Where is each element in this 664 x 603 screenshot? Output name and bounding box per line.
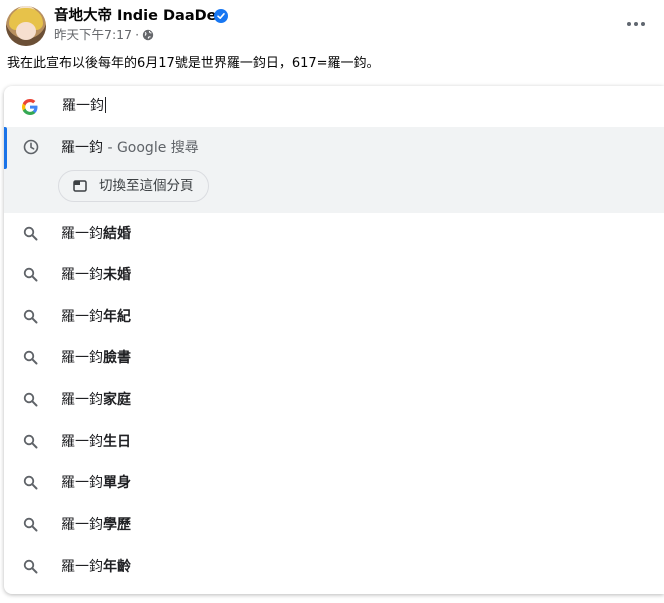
suggestion-item[interactable]: 羅一鈞臉書 bbox=[4, 337, 664, 378]
suggestion-text: 羅一鈞年紀 bbox=[61, 309, 131, 325]
omnibox-input-row[interactable]: 羅一鈞 bbox=[4, 86, 664, 126]
search-icon bbox=[23, 475, 38, 490]
post-author-name[interactable]: 音地大帝 Indie DaaDee bbox=[54, 6, 226, 26]
suggestion-text: 羅一鈞年齡 bbox=[61, 559, 131, 575]
search-icon bbox=[23, 517, 38, 532]
verified-badge-icon bbox=[214, 9, 228, 23]
suggestion-text: 羅一鈞結婚 bbox=[61, 226, 131, 242]
suggestion-item[interactable]: 羅一鈞單身 bbox=[4, 462, 664, 503]
suggestion-item[interactable]: 羅一鈞學歷 bbox=[4, 504, 664, 545]
tab-icon bbox=[73, 180, 87, 192]
google-g-icon bbox=[22, 99, 38, 115]
suggestion-item[interactable]: 羅一鈞未婚 bbox=[4, 254, 664, 295]
avatar[interactable] bbox=[6, 6, 46, 46]
suggestion-item[interactable]: 羅一鈞家庭 bbox=[4, 379, 664, 420]
post-text: 我在此宣布以後每年的6月17號是世界羅一鈞日，617=羅一鈞。 bbox=[7, 56, 380, 71]
switch-to-tab-button[interactable]: 切換至這個分頁 bbox=[58, 170, 209, 202]
suggestion-text: 羅一鈞學歷 bbox=[61, 517, 131, 533]
search-icon bbox=[23, 309, 38, 324]
search-icon bbox=[23, 226, 38, 241]
search-icon bbox=[23, 559, 38, 574]
post-meta: 昨天下午7:17 · bbox=[54, 26, 154, 44]
history-clock-icon bbox=[23, 139, 39, 155]
suggestion-item[interactable]: 羅一鈞年齡 bbox=[4, 546, 664, 587]
selected-suggestion-text[interactable]: 羅一鈞 - Google 搜尋 bbox=[61, 138, 199, 158]
suggestion-item[interactable]: 羅一鈞生日 bbox=[4, 421, 664, 462]
omnibox-input[interactable]: 羅一鈞 bbox=[62, 96, 106, 116]
suggestion-item[interactable]: 羅一鈞年紀 bbox=[4, 296, 664, 337]
suggestion-text: 羅一鈞臉書 bbox=[61, 350, 131, 366]
post-timestamp[interactable]: 昨天下午7:17 bbox=[54, 26, 132, 44]
selected-suggestion[interactable]: 羅一鈞 - Google 搜尋 切換至這個分頁 bbox=[4, 127, 664, 213]
meta-separator: · bbox=[135, 27, 140, 42]
search-icon bbox=[23, 434, 38, 449]
search-icon bbox=[23, 267, 38, 282]
more-options-icon[interactable] bbox=[622, 12, 650, 36]
text-caret bbox=[105, 97, 106, 113]
omnibox-dropdown: 羅一鈞 羅一鈞 - Google 搜尋 切換至這個分頁 羅一鈞結婚 羅一鈞未婚 … bbox=[4, 86, 664, 594]
suggestion-text: 羅一鈞單身 bbox=[61, 475, 131, 491]
search-icon bbox=[23, 350, 38, 365]
suggestion-item[interactable]: 羅一鈞結婚 bbox=[4, 213, 664, 254]
search-icon bbox=[23, 392, 38, 407]
suggestion-text: 羅一鈞生日 bbox=[61, 434, 131, 450]
suggestion-text: 羅一鈞未婚 bbox=[61, 267, 131, 283]
selection-indicator bbox=[4, 127, 7, 169]
globe-icon[interactable] bbox=[142, 29, 154, 41]
suggestion-text: 羅一鈞家庭 bbox=[61, 392, 131, 408]
